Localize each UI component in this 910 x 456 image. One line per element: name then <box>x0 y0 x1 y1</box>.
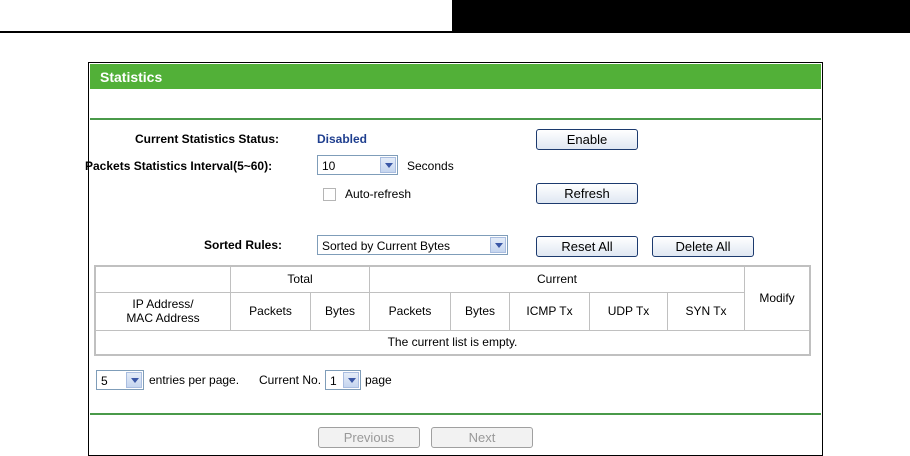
interval-value: 10 <box>322 159 336 173</box>
ip-header-line: IP Address/ <box>132 297 194 311</box>
previous-button[interactable]: Previous <box>318 427 420 448</box>
udp-tx-header: UDP Tx <box>589 291 668 331</box>
interval-label: Packets Statistics Interval(5~60): <box>85 159 273 173</box>
page-label: page <box>365 373 392 387</box>
reset-all-button[interactable]: Reset All <box>536 236 638 257</box>
current-no-label: Current No. <box>259 373 322 387</box>
top-rule <box>0 31 452 33</box>
entries-per-page-select[interactable]: 5 <box>96 370 144 390</box>
status-value: Disabled <box>317 132 368 146</box>
chevron-down-icon <box>490 237 506 253</box>
enable-button[interactable]: Enable <box>536 129 638 150</box>
syn-tx-header: SYN Tx <box>667 291 745 331</box>
divider-top <box>90 118 821 120</box>
entries-per-page-label: entries per page. <box>149 373 240 387</box>
ip-mac-header: IP Address/ MAC Address <box>94 291 231 331</box>
interval-unit: Seconds <box>407 159 454 173</box>
current-page-value: 1 <box>330 374 337 388</box>
entries-per-page-value: 5 <box>101 374 108 388</box>
current-page-select[interactable]: 1 <box>325 370 361 390</box>
icmp-tx-header: ICMP Tx <box>509 291 590 331</box>
auto-refresh-label: Auto-refresh <box>345 187 412 201</box>
panel-title-bar: Statistics <box>90 64 821 89</box>
sorted-rules-label: Sorted Rules: <box>204 238 283 252</box>
divider-bottom <box>90 413 821 415</box>
interval-select[interactable]: 10 <box>317 155 398 175</box>
chevron-down-icon <box>343 372 359 388</box>
sorted-rules-select[interactable]: Sorted by Current Bytes <box>317 235 508 255</box>
chevron-down-icon <box>126 372 142 388</box>
empty-list-message: The current list is empty. <box>94 329 811 356</box>
total-bytes-header: Bytes <box>310 291 370 331</box>
mac-header-line: MAC Address <box>126 311 200 325</box>
statistics-table: Total Current Modify IP Address/ MAC Add… <box>94 265 811 356</box>
total-packets-header: Packets <box>230 291 311 331</box>
top-header-block <box>452 0 910 33</box>
chevron-down-icon <box>380 157 396 173</box>
modify-header: Modify <box>744 265 811 331</box>
current-bytes-header: Bytes <box>450 291 510 331</box>
sorted-rules-value: Sorted by Current Bytes <box>322 239 451 253</box>
refresh-button[interactable]: Refresh <box>536 183 638 204</box>
panel-title: Statistics <box>100 69 163 85</box>
total-group-header: Total <box>230 265 370 293</box>
auto-refresh-checkbox[interactable] <box>323 188 336 201</box>
next-button[interactable]: Next <box>431 427 533 448</box>
delete-all-button[interactable]: Delete All <box>652 236 754 257</box>
current-packets-header: Packets <box>369 291 451 331</box>
blank-header-cell <box>94 265 231 293</box>
current-group-header: Current <box>369 265 745 293</box>
statistics-panel: Statistics Current Statistics Status: Di… <box>85 62 823 456</box>
status-label: Current Statistics Status: <box>135 132 280 146</box>
